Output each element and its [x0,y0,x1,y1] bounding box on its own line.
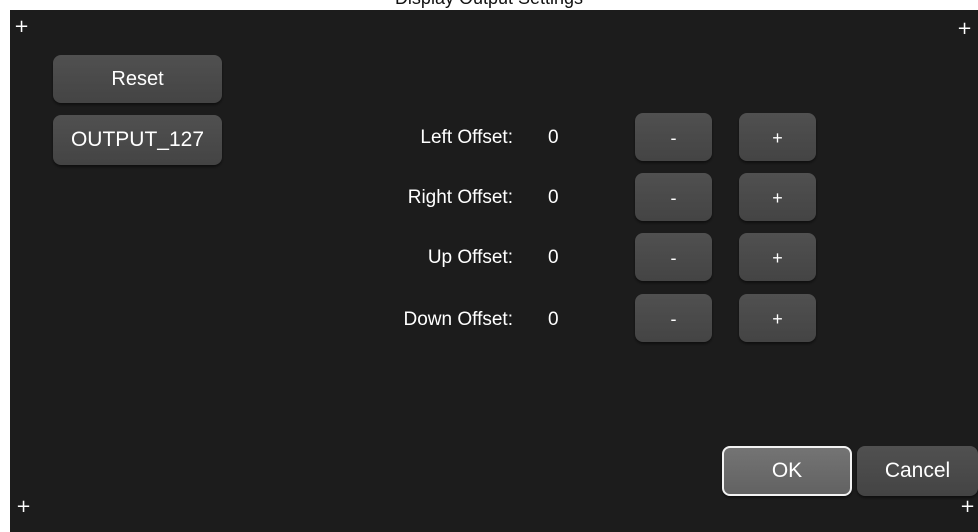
right-offset-value: 0 [548,187,559,208]
down-offset-value: 0 [548,309,559,330]
window-title: Display Output Settings [0,0,978,8]
down-offset-label: Down Offset: [403,309,513,330]
left-offset-increase-button[interactable]: + [739,113,816,161]
up-offset-increase-button[interactable]: + [739,233,816,281]
corner-plus-top-right: + [957,18,973,39]
reset-button[interactable]: Reset [53,55,222,103]
up-offset-label: Up Offset: [427,247,513,268]
corner-plus-top-left: + [14,16,30,37]
left-offset-label: Left Offset: [420,127,513,148]
window-title-bar: Display Output Settings [0,0,978,10]
down-offset-increase-button[interactable]: + [739,294,816,342]
corner-plus-bottom-left: + [16,496,32,517]
right-offset-label: Right Offset: [407,187,513,208]
right-offset-increase-button[interactable]: + [739,173,816,221]
cancel-button[interactable]: Cancel [857,446,978,496]
offset-dialog: + + + + Reset OUTPUT_127 Left Offset: 0 … [10,10,978,532]
down-offset-decrease-button[interactable]: - [635,294,712,342]
right-offset-decrease-button[interactable]: - [635,173,712,221]
output-select-button[interactable]: OUTPUT_127 [53,115,222,165]
left-offset-value: 0 [548,127,559,148]
corner-plus-bottom-right: + [960,496,976,517]
left-offset-decrease-button[interactable]: - [635,113,712,161]
up-offset-decrease-button[interactable]: - [635,233,712,281]
up-offset-value: 0 [548,247,559,268]
ok-button[interactable]: OK [722,446,852,496]
